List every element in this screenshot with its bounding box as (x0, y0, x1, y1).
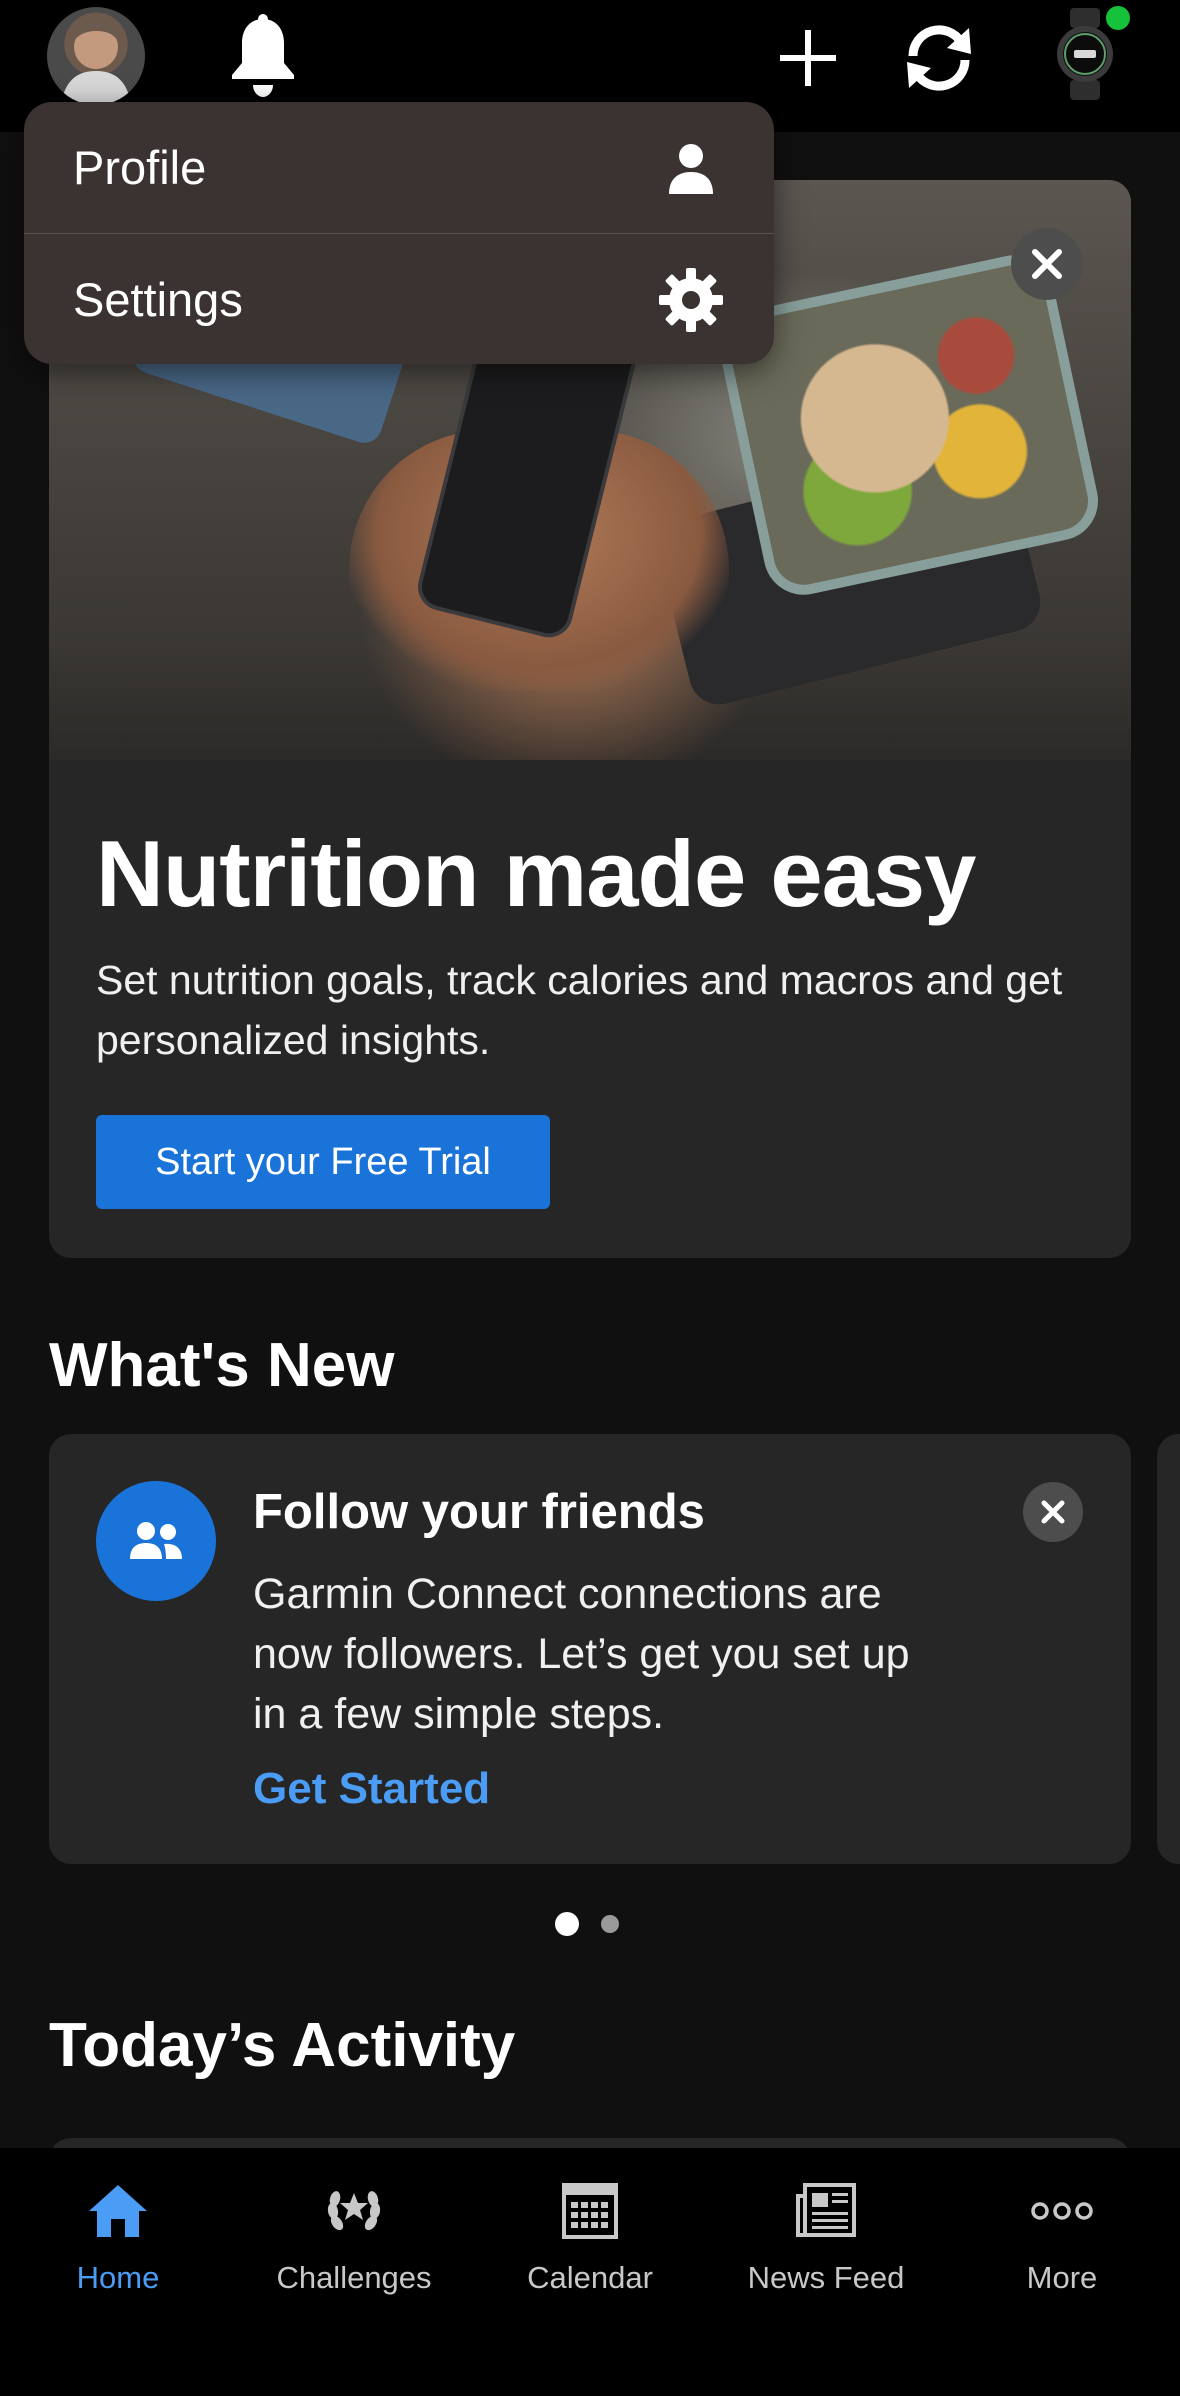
newspaper-icon (791, 2176, 861, 2246)
device-status-dot (1106, 6, 1130, 30)
todays-activity-heading: Today’s Activity (49, 2011, 516, 2080)
nav-calendar[interactable]: Calendar (472, 2176, 708, 2306)
sync-icon[interactable] (895, 14, 983, 102)
friends-icon (96, 1481, 216, 1601)
nav-home[interactable]: Home (0, 2176, 236, 2306)
nav-label: Calendar (527, 2260, 653, 2295)
promo-close-button[interactable] (1011, 228, 1083, 300)
gear-icon (656, 265, 726, 335)
whats-new-card-title: Follow your friends (253, 1485, 705, 1539)
page-dot-active[interactable] (555, 1912, 579, 1936)
person-icon (656, 133, 726, 203)
start-free-trial-button[interactable]: Start your Free Trial (96, 1115, 550, 1209)
menu-item-profile[interactable]: Profile (24, 102, 774, 234)
nav-news-feed[interactable]: News Feed (708, 2176, 944, 2306)
close-icon (1041, 1500, 1065, 1524)
menu-item-label: Profile (73, 141, 207, 194)
nav-label: News Feed (747, 2260, 905, 2295)
whats-new-close-button[interactable] (1023, 1482, 1083, 1542)
next-card-peek[interactable] (1157, 1434, 1180, 1864)
page-dot[interactable] (601, 1915, 619, 1933)
whats-new-heading: What's New (49, 1331, 395, 1400)
nav-label: Challenges (276, 2260, 432, 2295)
nav-more[interactable]: More (944, 2176, 1180, 2306)
get-started-link[interactable]: Get Started (253, 1764, 490, 1814)
bottom-navigation: Home Challenges Calendar News Feed More (0, 2148, 1180, 2396)
home-icon (83, 2176, 153, 2246)
user-avatar-photo (61, 19, 131, 105)
page-indicator (555, 1912, 619, 1936)
more-icon (1027, 2176, 1097, 2246)
laurel-icon (319, 2176, 389, 2246)
close-icon (1032, 249, 1062, 279)
whats-new-card-body: Garmin Connect connections are now follo… (253, 1570, 910, 1738)
avatar[interactable] (47, 7, 145, 105)
nav-label: Home (76, 2260, 160, 2295)
nav-challenges[interactable]: Challenges (236, 2176, 472, 2306)
nav-label: More (1026, 2260, 1098, 2295)
bell-icon[interactable] (222, 10, 304, 100)
calendar-icon (555, 2176, 625, 2246)
menu-item-settings[interactable]: Settings (24, 234, 774, 364)
promo-title: Nutrition made easy (96, 821, 976, 926)
account-menu: Profile Settings (24, 102, 774, 364)
plus-icon[interactable] (770, 20, 846, 96)
menu-item-label: Settings (73, 273, 243, 326)
whats-new-card[interactable]: Follow your friends Garmin Connect conne… (49, 1434, 1131, 1864)
promo-description: Set nutrition goals, track calories and … (96, 957, 1063, 1063)
